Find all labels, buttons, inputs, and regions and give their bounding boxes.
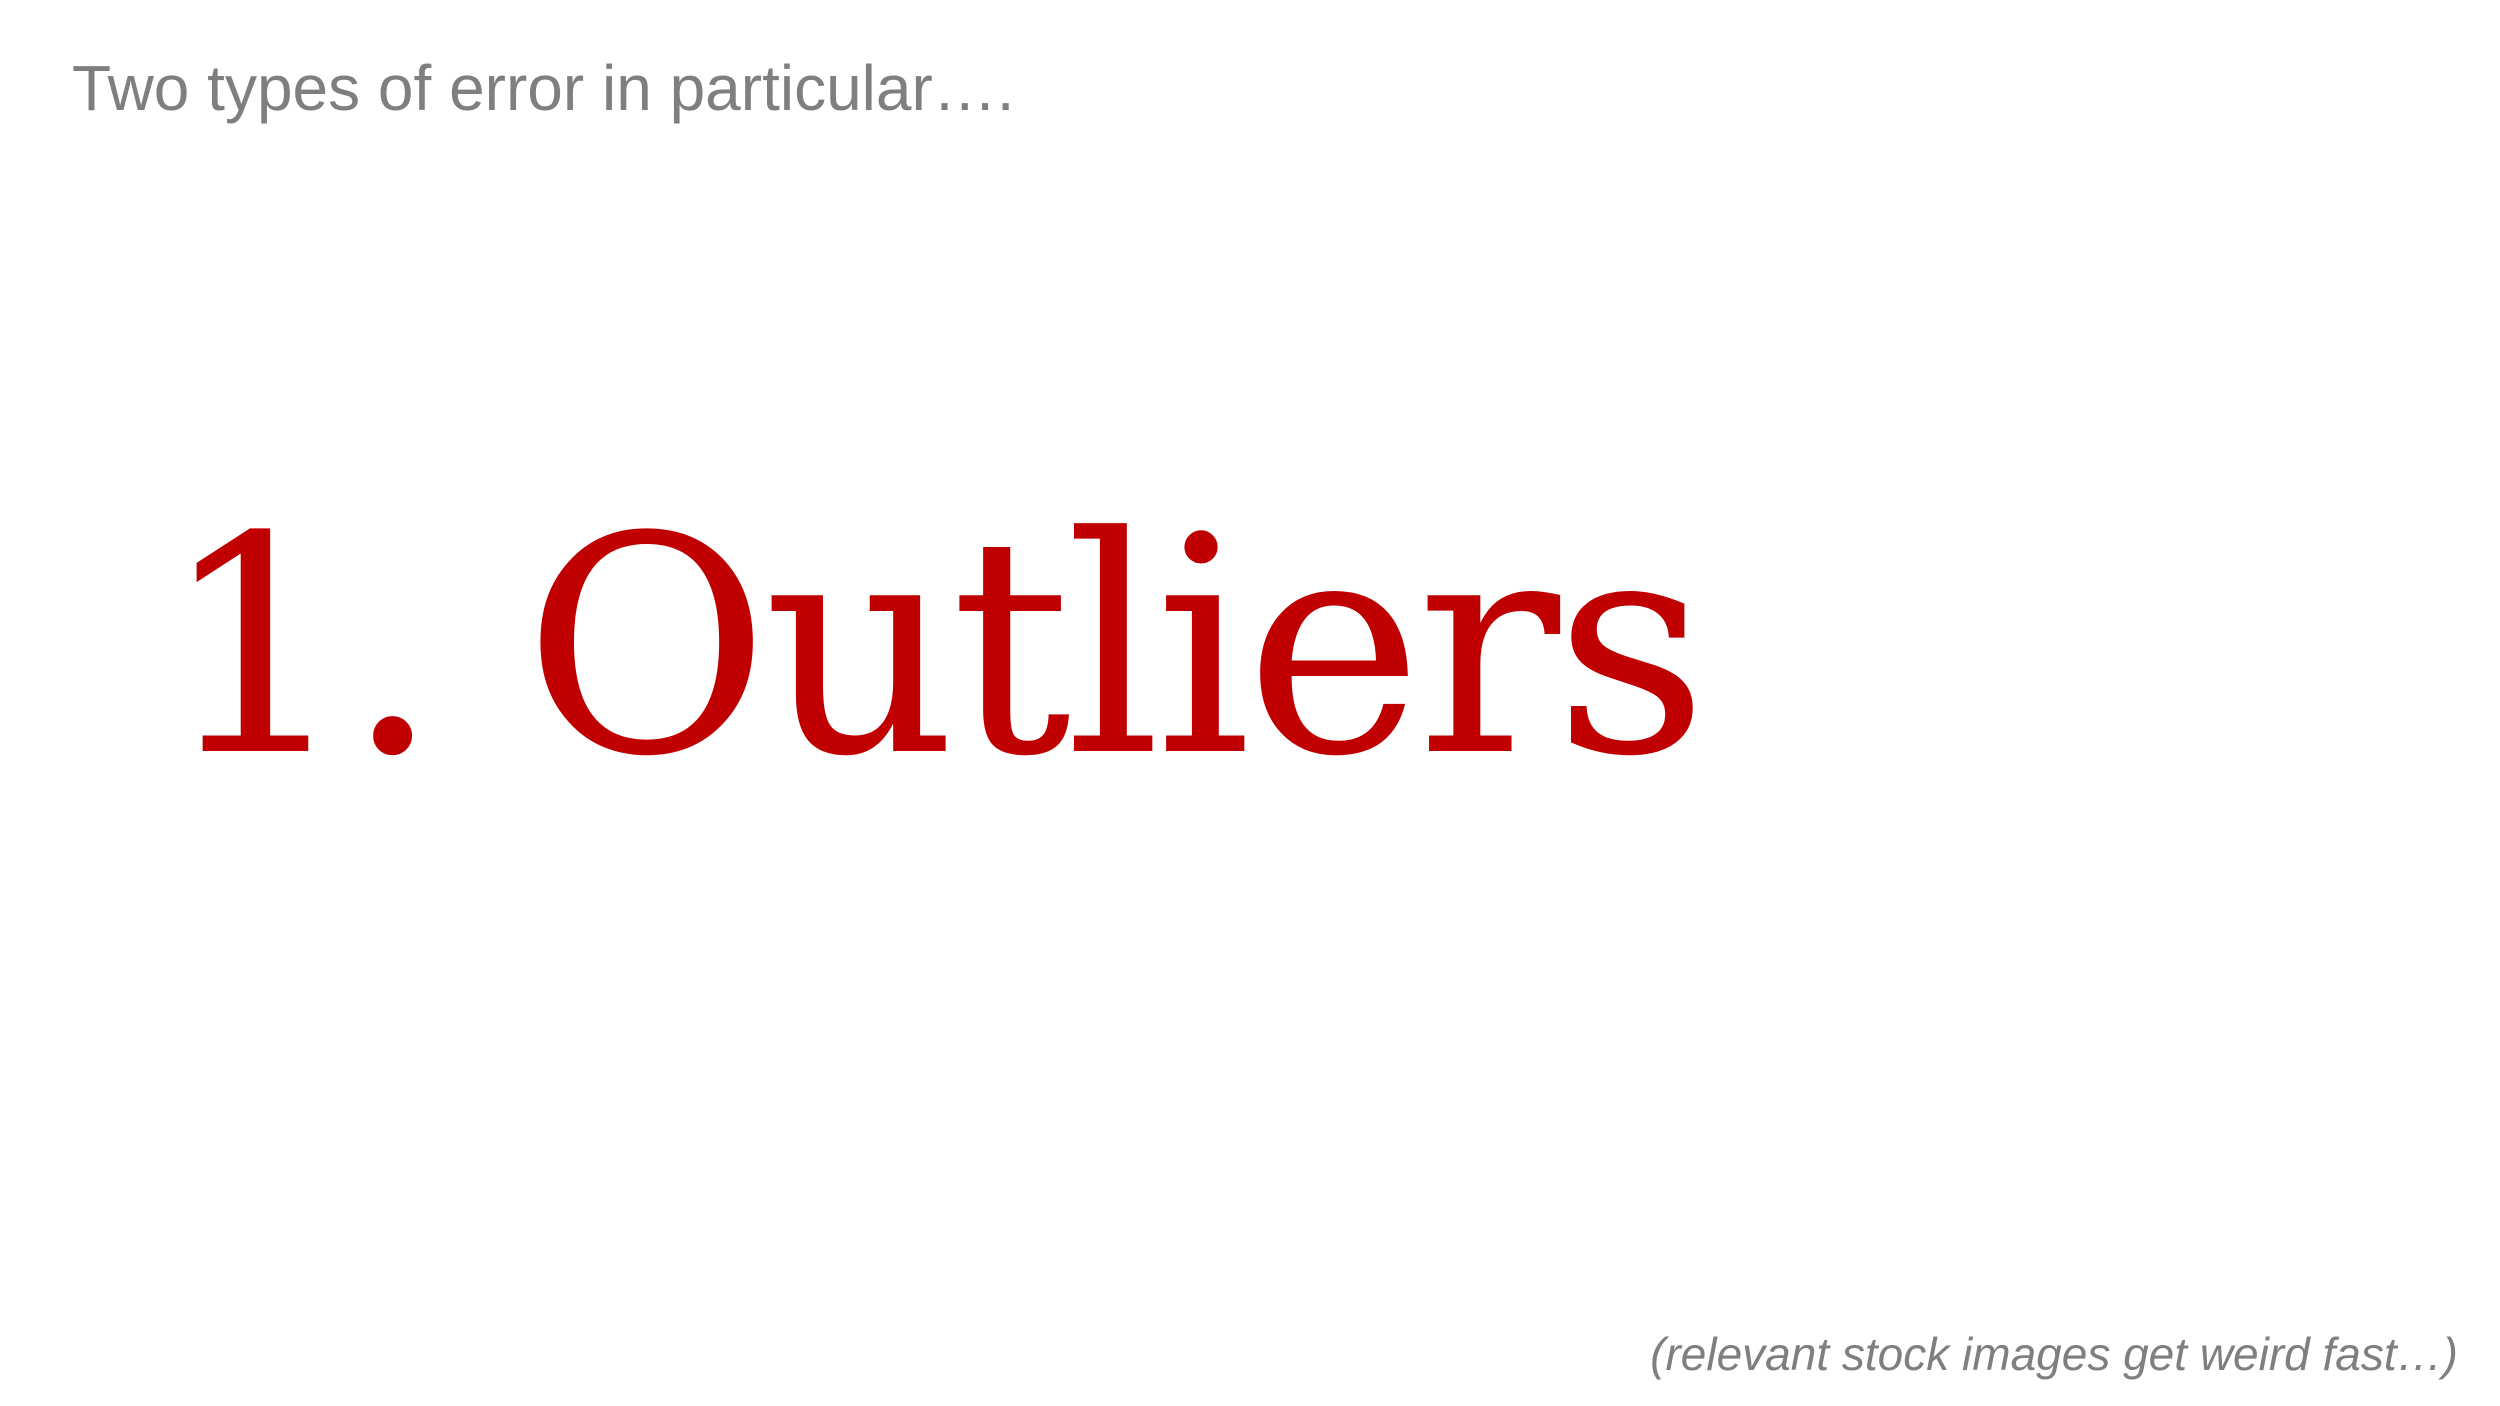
main-point-outliers: 1. Outliers <box>160 473 1708 822</box>
slide: Two types of error in particular…. 1. Ou… <box>0 0 2500 1406</box>
stock-image-caption: (relevant stock images get weird fast…) <box>1650 1327 2458 1380</box>
slide-heading: Two types of error in particular…. <box>72 52 1015 124</box>
